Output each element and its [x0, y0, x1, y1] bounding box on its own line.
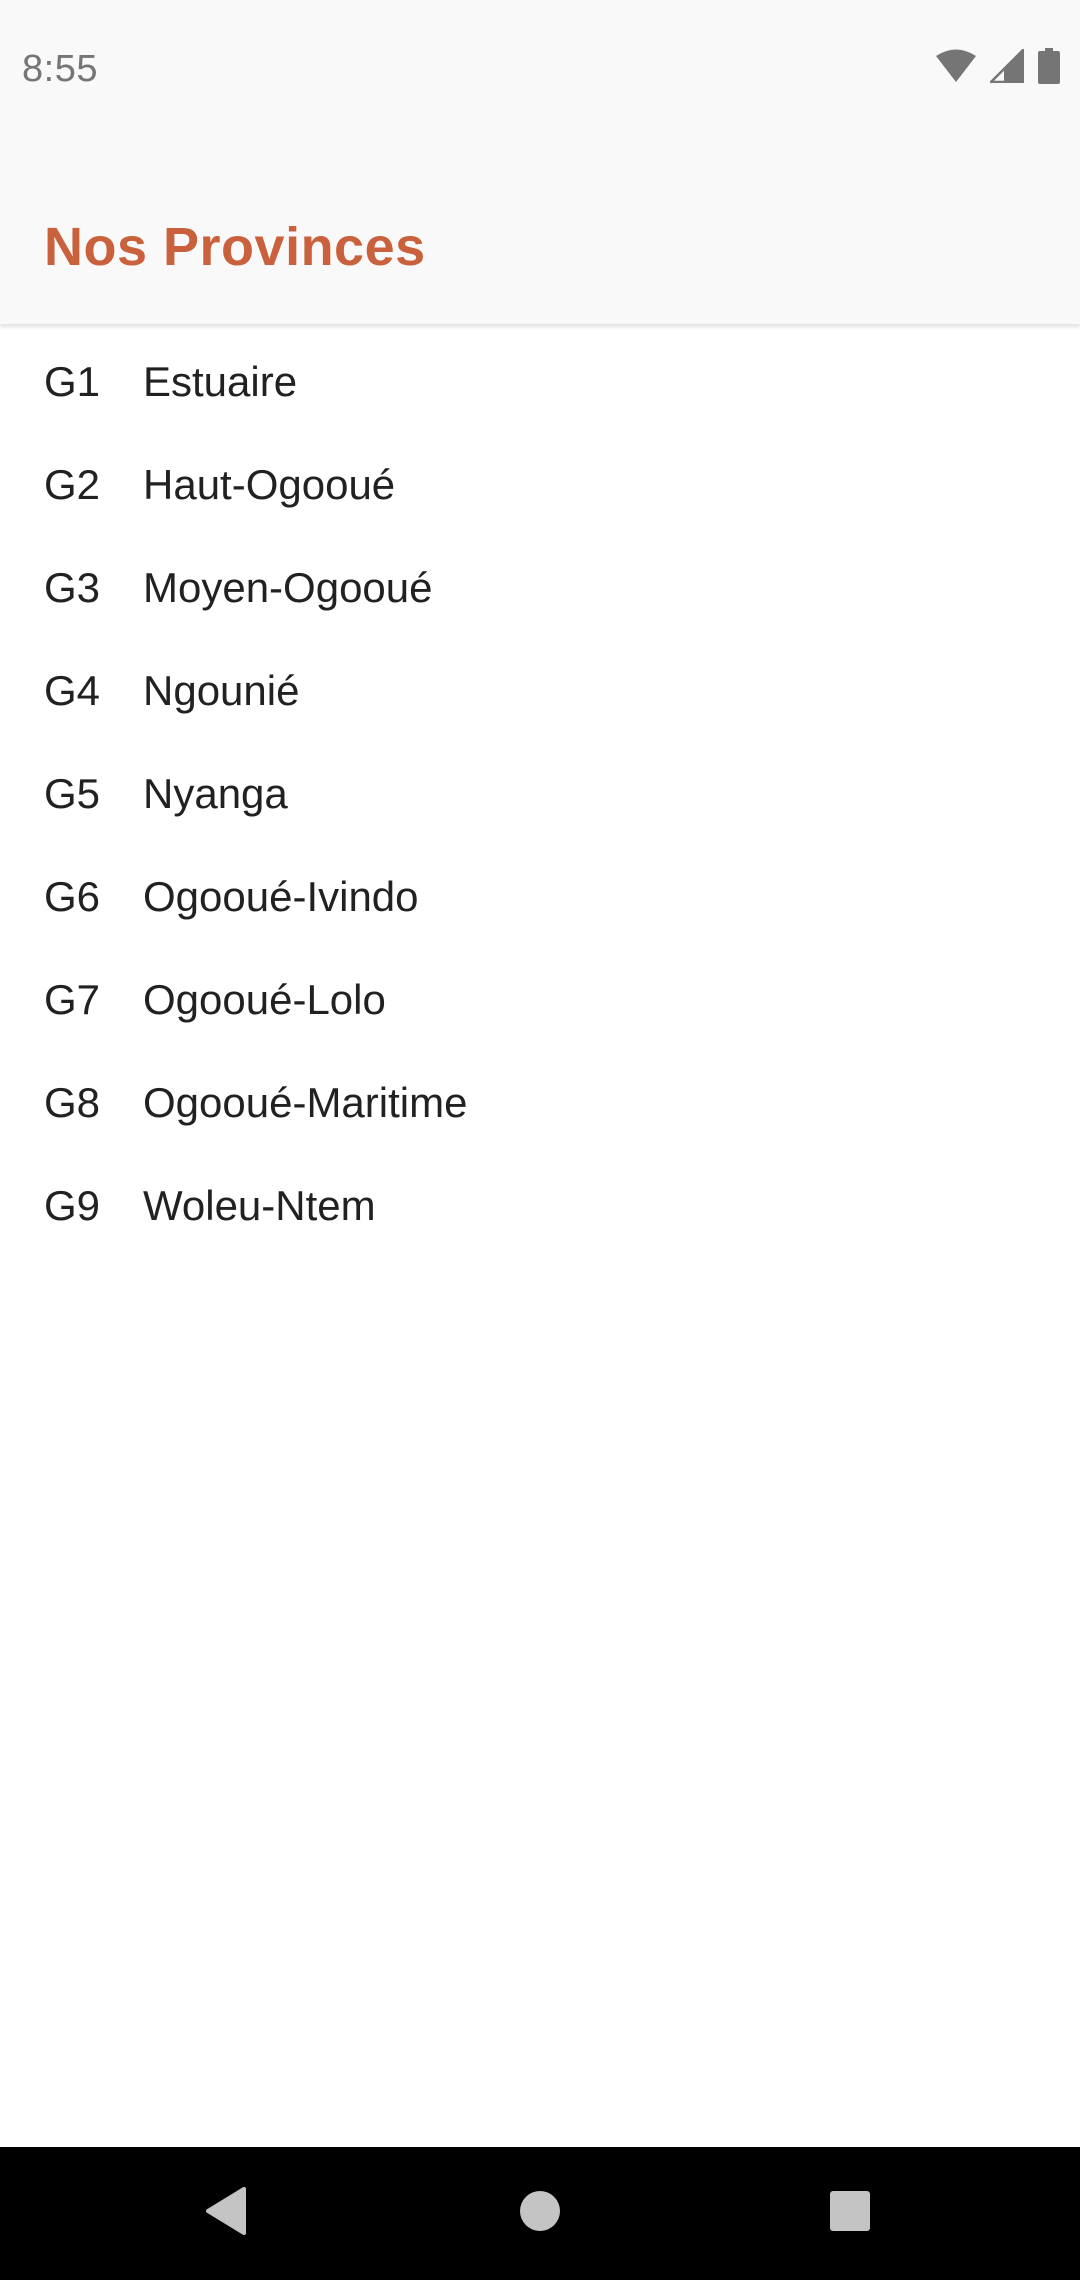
back-icon — [204, 2186, 248, 2241]
status-icons — [936, 46, 1060, 89]
cell-signal-icon — [987, 46, 1025, 88]
province-code: G6 — [44, 872, 101, 920]
province-code: G2 — [44, 460, 101, 508]
province-name: Estuaire — [143, 357, 298, 405]
navigation-bar — [0, 2147, 1080, 2280]
list-item[interactable]: G1 Estuaire — [0, 330, 1080, 433]
list-item[interactable]: G4 Ngounié — [0, 639, 1080, 742]
home-button[interactable] — [460, 2147, 620, 2280]
province-name: Ogooué-Ivindo — [143, 872, 419, 920]
province-name: Ogooué-Maritime — [143, 1078, 468, 1126]
province-code: G7 — [44, 975, 101, 1023]
list-item[interactable]: G2 Haut-Ogooué — [0, 433, 1080, 536]
wifi-icon — [936, 49, 976, 88]
status-bar: 8:55 — [0, 0, 1080, 140]
list-item[interactable]: G3 Moyen-Ogooué — [0, 536, 1080, 639]
province-code: G8 — [44, 1078, 101, 1126]
app-bar: Nos Provinces — [0, 140, 1080, 324]
province-code: G3 — [44, 563, 101, 611]
battery-icon — [1038, 47, 1060, 89]
province-code: G4 — [44, 666, 101, 714]
recents-icon — [829, 2190, 871, 2237]
recents-button[interactable] — [770, 2147, 930, 2280]
status-time: 8:55 — [22, 48, 98, 90]
province-name: Woleu-Ntem — [143, 1181, 376, 1229]
home-icon — [518, 2189, 562, 2238]
back-button[interactable] — [146, 2147, 306, 2280]
province-code: G1 — [44, 357, 101, 405]
province-name: Ngounié — [143, 666, 300, 714]
province-code: G9 — [44, 1181, 101, 1229]
screen: 8:55 Nos Provinces G1 Estuaire G2 Haut-O… — [0, 0, 1080, 2280]
list-item[interactable]: G5 Nyanga — [0, 742, 1080, 845]
province-name: Moyen-Ogooué — [143, 563, 433, 611]
list-item[interactable]: G8 Ogooué-Maritime — [0, 1051, 1080, 1154]
province-code: G5 — [44, 769, 101, 817]
province-name: Ogooué-Lolo — [143, 975, 386, 1023]
list-item[interactable]: G6 Ogooué-Ivindo — [0, 845, 1080, 948]
province-name: Nyanga — [143, 769, 288, 817]
page-title: Nos Provinces — [44, 217, 426, 277]
province-list: G1 Estuaire G2 Haut-Ogooué G3 Moyen-Ogoo… — [0, 330, 1080, 1257]
list-item[interactable]: G7 Ogooué-Lolo — [0, 948, 1080, 1051]
province-name: Haut-Ogooué — [143, 460, 396, 508]
list-item[interactable]: G9 Woleu-Ntem — [0, 1154, 1080, 1257]
